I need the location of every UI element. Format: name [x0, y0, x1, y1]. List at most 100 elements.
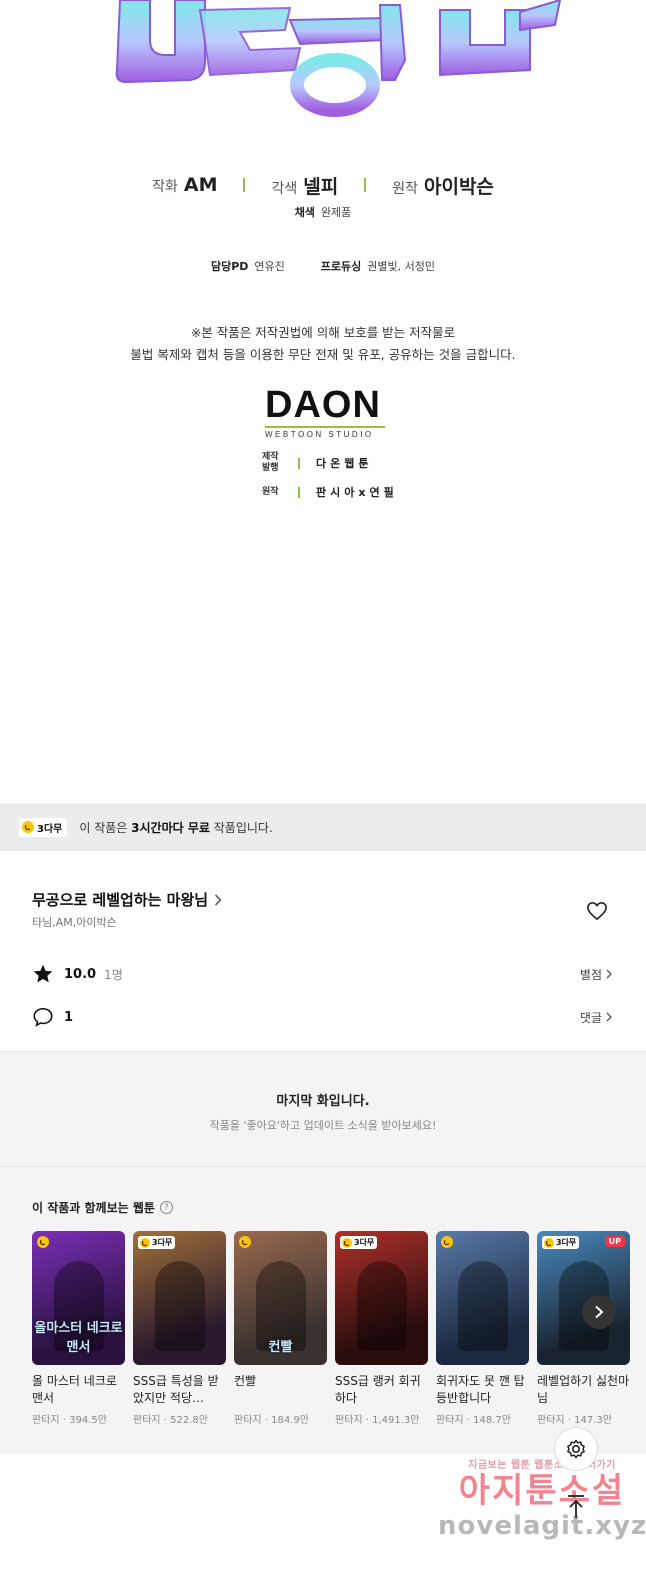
production-key-line: 제작 — [262, 452, 279, 462]
production-info: 제작 발행 다온웹툰 원작 판시아x연필 — [262, 452, 398, 510]
credit-name-text: AM — [183, 174, 218, 196]
series-title-link[interactable]: 무공으로 레벨업하는 마왕님 — [32, 889, 222, 910]
recommendation-carousel: 올마스터 네크로맨서 올 마스터 네크로맨서 판타지 · 394.5만 3다무 SSS급… — [32, 1231, 646, 1441]
scroll-top-button[interactable] — [554, 1485, 598, 1529]
credit-role-label: 각색 — [271, 180, 298, 197]
recommendation-card[interactable]: 올마스터 네크로맨서올 마스터 네크로맨서판타지 · 394.5만 — [32, 1231, 125, 1426]
recommendation-thumbnail: 올마스터 네크로맨서 — [32, 1231, 125, 1365]
original-key: 원작 — [262, 486, 279, 497]
clock-icon — [140, 1237, 150, 1248]
watermark-main-text: 아지툰소설 — [458, 1471, 626, 1511]
free-notice-bar: 3다무 이 작품은 3시간마다 무료 작품입니다. — [0, 803, 646, 851]
staff-role-label: 프로듀싱 — [320, 260, 362, 273]
clock-icon — [22, 821, 34, 833]
recommendation-thumbnail: 컨빨 — [234, 1231, 327, 1365]
carousel-next-button[interactable] — [582, 1295, 616, 1329]
copyright-line: ※본 작품은 저작권법에 의해 보호를 받는 저작물로 — [190, 325, 456, 340]
recommendation-meta: 판타지 · 148.7만 — [436, 1415, 511, 1426]
thumbnail-figure — [155, 1261, 205, 1351]
comments-count: 1 — [64, 1009, 74, 1025]
rating-count: 1명 — [104, 967, 123, 982]
recommendation-title: 컨빨 — [234, 1374, 257, 1388]
production-key-line: 발행 — [262, 463, 279, 473]
chevron-right-icon — [606, 1012, 612, 1022]
settings-button[interactable] — [554, 1427, 598, 1471]
credit-original: 원작 아이박슨 — [392, 172, 494, 199]
recommendation-thumbnail: 3다무 UP — [537, 1231, 630, 1365]
production-value: 다온웹툰 — [316, 457, 373, 470]
credit-author: 작화 AM — [152, 174, 217, 196]
staff-pd: 담당PD 연유진 — [211, 258, 285, 274]
credit-role-label: 작화 — [152, 179, 178, 195]
chevron-right-icon — [215, 893, 222, 906]
comments-link[interactable]: 댓글 — [580, 1009, 612, 1026]
staff-role-label: 담당PD — [210, 260, 249, 273]
recommendation-card[interactable]: 회귀자도 못 깬 탑 등반합니다판타지 · 148.7만 — [436, 1231, 529, 1426]
rating-link[interactable]: 별점 — [580, 966, 612, 983]
recommendations-title: 이 작품과 함께보는 웹툰 — [32, 1201, 155, 1215]
credit-divider — [364, 178, 367, 192]
recommendation-title: SSS급 랭커 회귀하다 — [335, 1374, 421, 1405]
recommendation-meta: 판타지 · 147.3만 — [537, 1415, 612, 1426]
recommendation-card[interactable]: 3다무 SSS급 랭커 회귀하다 판타지 · 1,491.3만 — [335, 1231, 428, 1426]
rating-link-label: 별점 — [579, 967, 602, 982]
clock-icon — [441, 1236, 453, 1248]
free-badge: 3다무 — [19, 817, 68, 837]
staff-row: 담당PD 연유진 프로듀싱 권별빛, 서정민 — [0, 258, 646, 274]
recommendation-title: 올 마스터 네크로맨서 — [32, 1374, 117, 1405]
free-notice-text: 이 작품은 3시간마다 무료 작품입니다. — [79, 819, 272, 836]
title-logo-art — [0, 0, 646, 130]
free-badge-label: 3다무 — [354, 1238, 375, 1247]
watermark: 지금보는 웹툰 웹툰소설 보러가기 아지툰소설 novelagit.xyz — [438, 1456, 646, 1541]
free-badge: 3다무 — [542, 1236, 580, 1249]
credit-name-text: 넬피 — [303, 175, 339, 198]
recommendation-title: SSS급 특성을 받았지만 적당… — [133, 1374, 219, 1405]
recommendation-title: 회귀자도 못 깬 탑 등반합니다 — [436, 1374, 525, 1405]
star-icon — [33, 964, 53, 983]
last-episode-title: 마지막 화입니다. — [276, 1094, 370, 1109]
staff-name-text: 권별빛, 서정민 — [367, 260, 435, 273]
copyright-notice: ※본 작품은 저작권법에 의해 보호를 받는 저작물로 불법 복제와 캡처 등을… — [0, 322, 646, 366]
daon-logo-underline — [265, 426, 385, 428]
recommendation-card[interactable]: 3다무 SSS급 특성을 받았지만 적당… 판타지 · 522.8만 — [133, 1231, 226, 1426]
comment-bubble-icon — [33, 1007, 53, 1027]
recommendation-meta: 판타지 · 394.5만 — [32, 1415, 107, 1426]
chevron-right-icon — [595, 1305, 604, 1319]
last-episode-desc: 작품을 '좋아요'하고 업데이트 소식을 받아보세요! — [209, 1119, 437, 1132]
free-notice-prefix: 이 작품은 — [79, 820, 132, 835]
help-icon[interactable]: ? — [159, 1201, 173, 1214]
credit-role-label: 원작 — [392, 180, 418, 197]
credit-adapt: 각색 넬피 — [271, 172, 338, 199]
series-authors: 타님,AM,아이박슨 — [32, 916, 117, 929]
clock-icon — [544, 1237, 554, 1248]
comments-link-label: 댓글 — [579, 1010, 602, 1025]
thumbnail-title-art: 컨빨 — [268, 1340, 293, 1355]
arrow-up-icon — [568, 1495, 584, 1518]
credit-color: 채색 완제품 — [0, 204, 646, 220]
rating-row: 10.0 1명 별점 — [32, 963, 612, 985]
series-info: 무공으로 레벨업하는 마왕님 타님,AM,아이박슨 10.0 1명 별점 1 댓… — [0, 851, 646, 1051]
daon-logo-text: DAON — [265, 384, 381, 426]
clock-icon — [37, 1236, 49, 1248]
daon-studio-logo: DAON WEBTOON STUDIO — [265, 386, 385, 439]
free-notice-suffix: 작품입니다. — [209, 820, 273, 835]
chevron-right-icon — [606, 969, 612, 979]
staff-producer: 프로듀싱 권별빛, 서정민 — [321, 258, 435, 274]
heart-icon[interactable] — [586, 901, 608, 921]
credits-block: 작화 AM 각색 넬피 원작 아이박슨 채색 완제품 — [0, 170, 646, 220]
thumbnail-figure — [458, 1261, 508, 1351]
production-row: 제작 발행 다온웹툰 — [262, 452, 398, 474]
free-badge-label: 3다무 — [556, 1238, 577, 1247]
recommendation-thumbnail: 3다무 — [133, 1231, 226, 1365]
original-value: 판시아x연필 — [316, 486, 398, 499]
recommendation-meta: 판타지 · 184.9만 — [234, 1415, 309, 1426]
free-badge-label: 3다무 — [37, 823, 63, 835]
recommendation-meta: 판타지 · 522.8만 — [133, 1415, 208, 1426]
watermark-top-text: 지금보는 웹툰 웹툰소설 보러가기 — [468, 1460, 616, 1471]
recommendation-card[interactable]: 3다무 UP 레벨업하기 싫천마님 판타지 · 147.3만 — [537, 1231, 630, 1426]
recommendation-card[interactable]: 컨빨 컨빨 판타지 · 184.9만 — [234, 1231, 327, 1426]
free-badge: 3다무 — [340, 1236, 378, 1249]
recommendations-section: 이 작품과 함께보는 웹툰 ? 올마스터 네크로맨서올 마스터 네크로맨서판타지… — [0, 1166, 646, 1454]
thumbnail-title-art: 올마스터 네크로맨서 — [34, 1321, 123, 1355]
credit-role-label: 채색 — [294, 206, 315, 219]
